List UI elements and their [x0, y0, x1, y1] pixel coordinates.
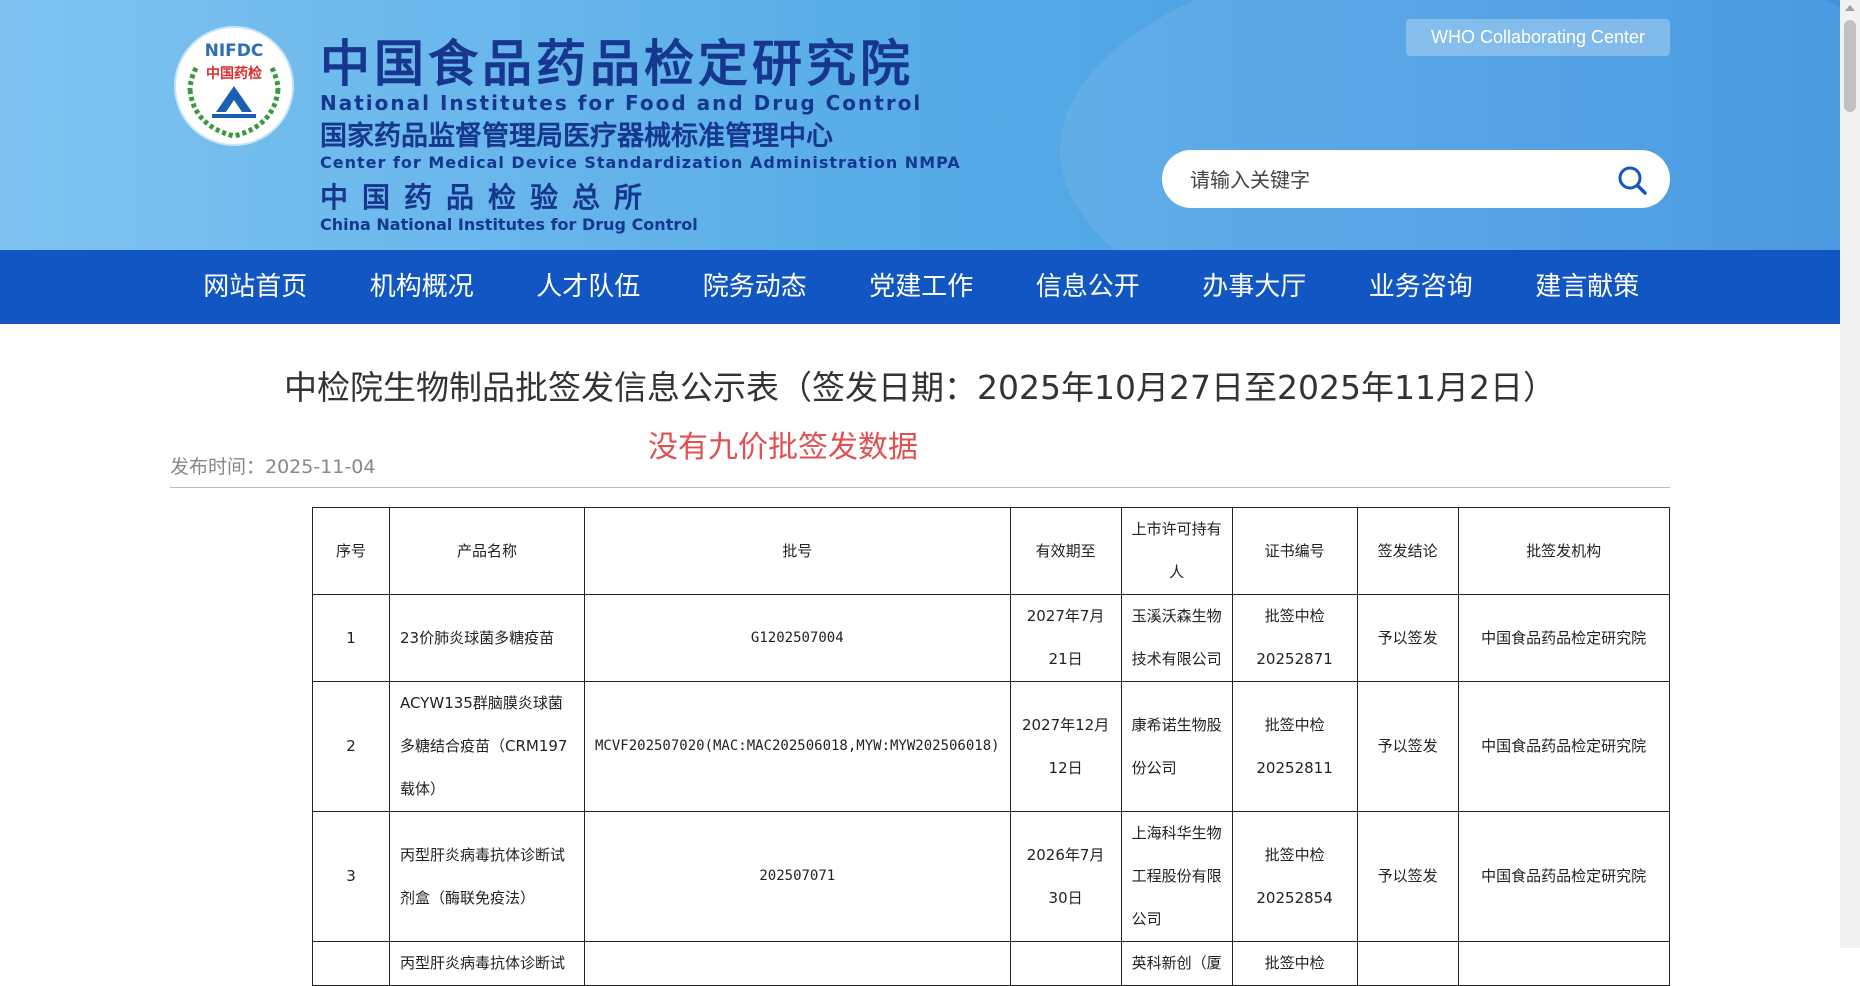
table-row: 丙型肝炎病毒抗体诊断试 英科新创（厦 批签中检 [312, 941, 1670, 986]
cell-conclusion: 予以签发 [1356, 594, 1459, 682]
cell-batch: G1202507004 [584, 594, 1011, 682]
scroll-up-arrow-icon[interactable] [1845, 5, 1855, 11]
batch-release-table: 序号 产品名称 批号 有效期至 上市许可持有人 证书编号 签发结论 批签发机构 … [312, 507, 1670, 986]
nav-item-home[interactable]: 网站首页 [172, 250, 339, 324]
cell-holder: 康希诺生物股份公司 [1120, 681, 1233, 812]
column-header: 签发结论 [1356, 507, 1459, 595]
cell-cert: 批签中检 [1231, 941, 1358, 986]
search-icon[interactable] [1616, 164, 1648, 196]
cell-product: 丙型肝炎病毒抗体诊断试剂盒（酶联免疫法） [389, 811, 585, 942]
cell-agency: 中国食品药品检定研究院 [1457, 594, 1670, 682]
cell-product: 23价肺炎球菌多糖疫苗 [389, 594, 585, 682]
cell-index [312, 941, 390, 986]
nav-item-consult[interactable]: 业务咨询 [1338, 250, 1505, 324]
cell-cert: 批签中检20252811 [1231, 681, 1358, 812]
cell-index: 1 [312, 594, 390, 682]
column-header: 序号 [312, 507, 390, 595]
annotation-note: 没有九价批签发数据 [648, 430, 918, 465]
nav-item-party[interactable]: 党建工作 [838, 250, 1005, 324]
column-header: 证书编号 [1231, 507, 1358, 595]
cell-expiry: 2027年7月21日 [1009, 594, 1122, 682]
cell-cert: 批签中检20252854 [1231, 811, 1358, 942]
publish-time: 发布时间：2025-11-04 [170, 456, 376, 478]
nav-item-service-hall[interactable]: 办事大厅 [1171, 250, 1338, 324]
cell-index: 2 [312, 681, 390, 812]
nav-item-about[interactable]: 机构概况 [339, 250, 506, 324]
main-nav: 网站首页 机构概况 人才队伍 院务动态 党建工作 信息公开 办事大厅 业务咨询 … [0, 250, 1840, 324]
cell-cert: 批签中检20252871 [1231, 594, 1358, 682]
article-title: 中检院生物制品批签发信息公示表（签发日期：2025年10月27日至2025年11… [284, 368, 1556, 407]
nav-item-suggestions[interactable]: 建言献策 [1504, 250, 1671, 324]
cell-conclusion: 予以签发 [1356, 681, 1459, 812]
cell-agency [1457, 941, 1670, 986]
nifdc-logo[interactable]: NIFDC 中国药检 [176, 28, 292, 144]
cell-agency: 中国食品药品检定研究院 [1457, 681, 1670, 812]
site-title-cn: 中国食品药品检定研究院 [320, 35, 914, 93]
cell-batch: 202507071 [584, 811, 1011, 942]
column-header: 批号 [584, 507, 1011, 595]
third-title-cn: 中国药品检验总所 [320, 181, 657, 214]
cell-expiry [1009, 941, 1122, 986]
table-row: 1 23价肺炎球菌多糖疫苗 G1202507004 2027年7月21日 玉溪沃… [312, 594, 1670, 682]
cell-expiry: 2026年7月30日 [1009, 811, 1122, 942]
cell-conclusion: 予以签发 [1356, 811, 1459, 942]
cell-conclusion [1356, 941, 1459, 986]
scrollbar-thumb[interactable] [1844, 20, 1856, 112]
nav-item-talent[interactable]: 人才队伍 [505, 250, 672, 324]
cell-product: ACYW135群脑膜炎球菌多糖结合疫苗（CRM197载体） [389, 681, 585, 812]
nav-item-disclosure[interactable]: 信息公开 [1005, 250, 1172, 324]
cell-batch: MCVF202507020(MAC:MAC202506018,MYW:MYW20… [584, 681, 1011, 812]
table-header-row: 序号 产品名称 批号 有效期至 上市许可持有人 证书编号 签发结论 批签发机构 [312, 507, 1670, 595]
subtitle-cn: 国家药品监督管理局医疗器械标准管理中心 [320, 121, 833, 152]
third-title-en: China National Institutes for Drug Contr… [320, 215, 698, 234]
cell-batch [584, 941, 1011, 986]
cell-agency: 中国食品药品检定研究院 [1457, 811, 1670, 942]
search-box [1162, 150, 1670, 208]
cell-expiry: 2027年12月12日 [1009, 681, 1122, 812]
table-row: 2 ACYW135群脑膜炎球菌多糖结合疫苗（CRM197载体） MCVF2025… [312, 681, 1670, 812]
cell-holder: 玉溪沃森生物技术有限公司 [1120, 594, 1233, 682]
cell-index: 3 [312, 811, 390, 942]
subtitle-en: Center for Medical Device Standardizatio… [320, 153, 961, 172]
who-collaborating-center-link[interactable]: WHO Collaborating Center [1406, 19, 1670, 56]
cell-holder: 英科新创（厦 [1120, 941, 1233, 986]
svg-text:NIFDC: NIFDC [205, 41, 264, 61]
site-title-en: National Institutes for Food and Drug Co… [320, 91, 923, 115]
column-header: 批签发机构 [1457, 507, 1670, 595]
cell-product: 丙型肝炎病毒抗体诊断试 [389, 941, 585, 986]
vertical-scrollbar[interactable] [1840, 0, 1860, 948]
site-title-block: 中国食品药品检定研究院 National Institutes for Food… [320, 36, 961, 234]
column-header: 有效期至 [1009, 507, 1122, 595]
search-input[interactable] [1188, 162, 1592, 198]
divider [170, 487, 1670, 488]
cell-holder: 上海科华生物工程股份有限公司 [1120, 811, 1233, 942]
nav-item-news[interactable]: 院务动态 [672, 250, 839, 324]
column-header: 上市许可持有人 [1120, 507, 1233, 595]
table-row: 3 丙型肝炎病毒抗体诊断试剂盒（酶联免疫法） 202507071 2026年7月… [312, 811, 1670, 942]
column-header: 产品名称 [389, 507, 585, 595]
site-header: NIFDC 中国药检 中国食品药品检定研究院 National Institut… [0, 0, 1840, 250]
svg-text:中国药检: 中国药检 [206, 65, 262, 82]
